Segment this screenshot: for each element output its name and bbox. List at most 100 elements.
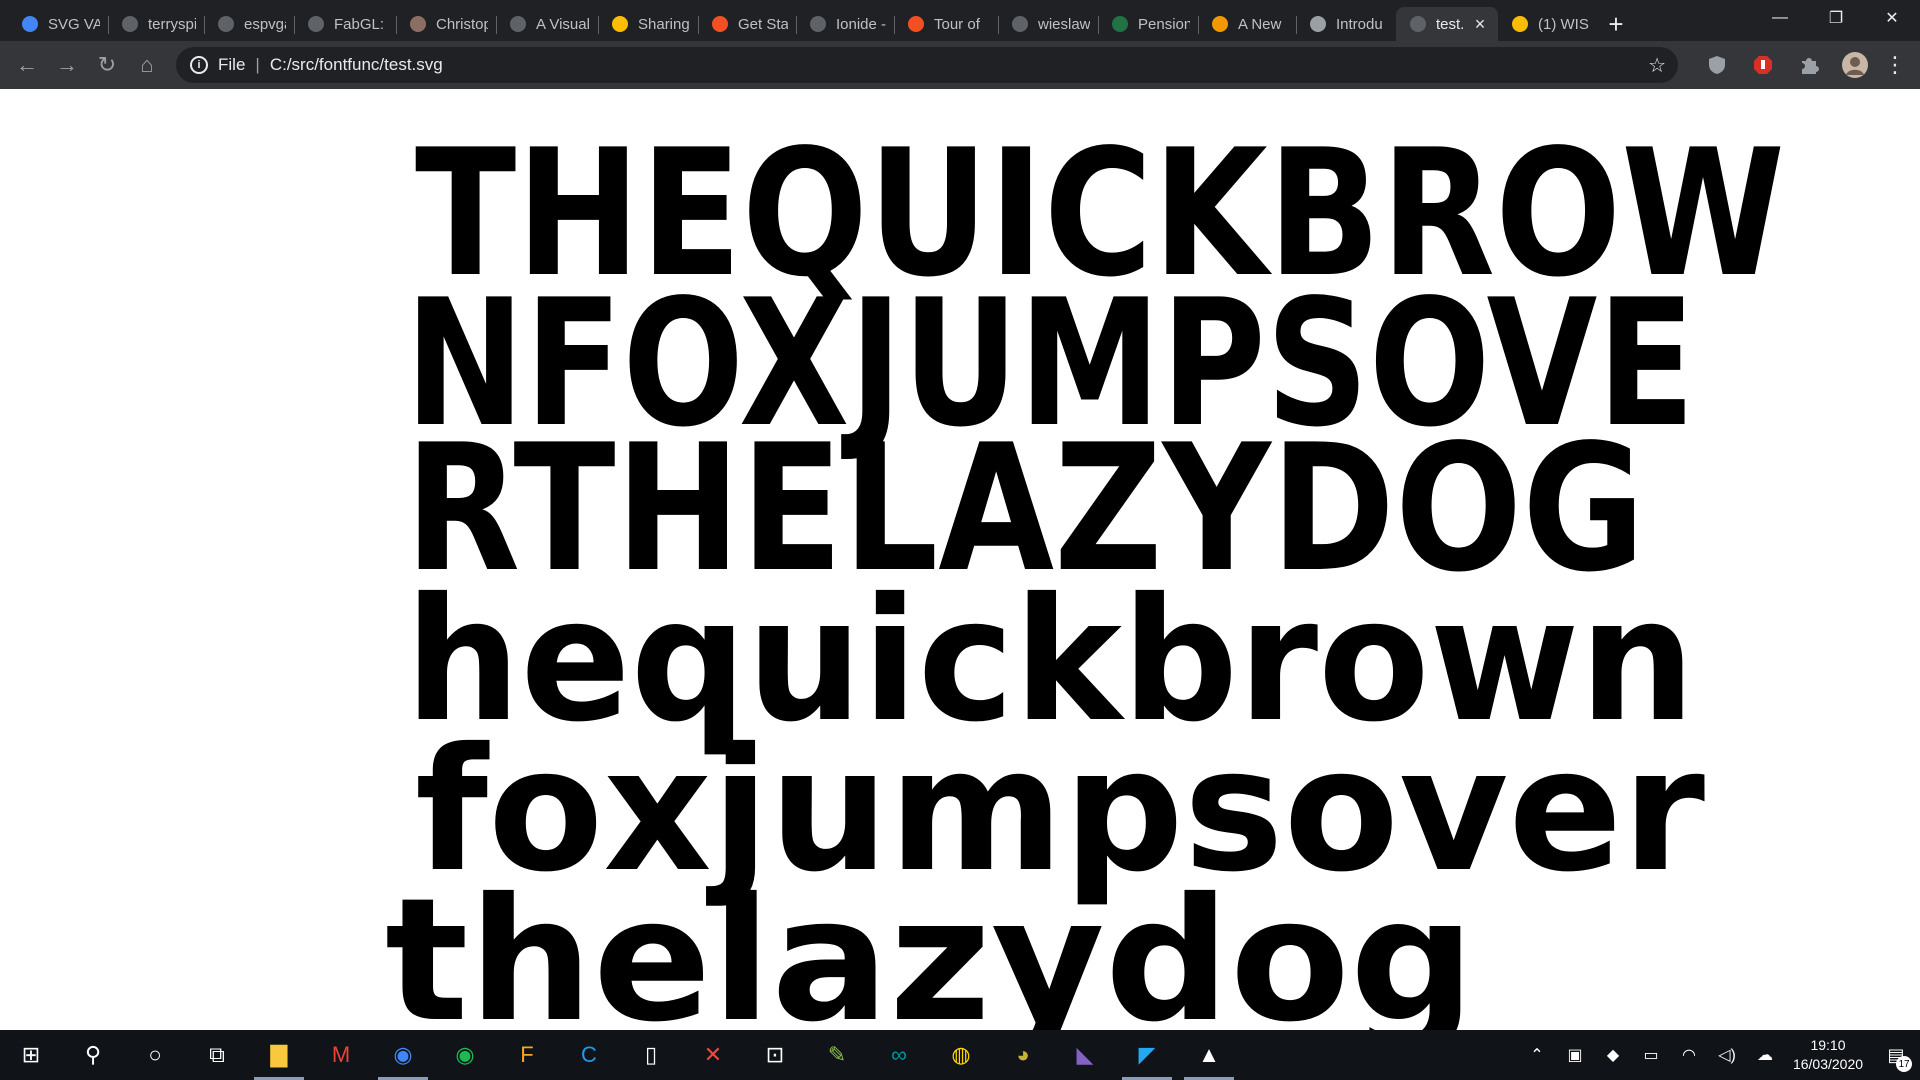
fontforge-icon[interactable]: F <box>496 1030 558 1080</box>
notification-count-badge: 17 <box>1896 1056 1912 1072</box>
extensions-area <box>1700 48 1872 82</box>
tab-title: espvgax <box>244 15 286 33</box>
restore-button[interactable]: ❐ <box>1808 0 1864 36</box>
clock-date: 16/03/2020 <box>1792 1056 1864 1072</box>
tab-6[interactable]: Sharing <box>598 7 698 41</box>
gmail-icon[interactable]: M <box>310 1030 372 1080</box>
github-icon <box>1012 16 1028 32</box>
shield-extension-icon[interactable] <box>1700 48 1734 82</box>
action-center-button[interactable]: ▤ 17 <box>1872 1030 1920 1080</box>
tab-15[interactable]: (1) WISI <box>1498 7 1598 41</box>
svg-viewer-page: THEQUICKBROW NFOXJUMPSOVE RTHELAZYDOG hequi… <box>0 89 1920 1030</box>
tray-chevron-icon[interactable]: ⌃ <box>1518 1045 1556 1065</box>
notepad-plus-icon[interactable]: ✎ <box>806 1030 868 1080</box>
spotify-icon[interactable]: ◉ <box>434 1030 496 1080</box>
search-icon[interactable]: ⚲ <box>62 1030 124 1080</box>
back-arrow-icon: ← <box>16 52 38 77</box>
excel-icon <box>1112 16 1128 32</box>
tool-x-icon[interactable]: ✕ <box>682 1030 744 1080</box>
windows-start-icon[interactable]: ⊞ <box>0 1030 62 1080</box>
idea-icon[interactable]: ◍ <box>930 1030 992 1080</box>
document-icon[interactable]: ▯ <box>620 1030 682 1080</box>
home-icon: ⌂ <box>140 52 154 77</box>
tab-7[interactable]: Get Star <box>698 7 796 41</box>
home-button[interactable]: ⌂ <box>130 48 164 82</box>
globe-icon <box>810 16 826 32</box>
tab-14[interactable]: test. × <box>1396 7 1498 41</box>
address-bar[interactable]: i File | C:/src/fontfunc/test.svg ☆ <box>176 47 1678 83</box>
tab-12[interactable]: A New <box>1198 7 1296 41</box>
tab-list: SVG VAL terryspi espvgax FabGL: Christop A V… <box>0 0 1634 41</box>
globe-app-icon[interactable]: ◕ <box>992 1030 1054 1080</box>
browser-toolbar: ← → ↻ ⌂ i File | C:/src/fontfunc/test.sv… <box>0 41 1920 89</box>
volume-icon[interactable]: ◁) <box>1708 1045 1746 1065</box>
wifi-icon[interactable]: ◠ <box>1670 1045 1708 1065</box>
github-icon <box>122 16 138 32</box>
tab-title: terryspi <box>148 15 196 33</box>
back-button[interactable]: ← <box>10 48 44 82</box>
svg-site-icon <box>22 16 38 32</box>
address-scheme: File <box>218 55 246 74</box>
bookmark-star-icon[interactable]: ☆ <box>1648 53 1666 78</box>
microsoft-icon <box>712 16 728 32</box>
tab-2[interactable]: espvgax <box>204 7 294 41</box>
tab-10[interactable]: wieslaw <box>998 7 1098 41</box>
pinwheel-icon <box>612 16 628 32</box>
arduino-icon[interactable]: ∞ <box>868 1030 930 1080</box>
chrome-icon[interactable]: ◉ <box>372 1030 434 1080</box>
tab-0[interactable]: SVG VAL <box>8 7 108 41</box>
tab-title: Tour of <box>934 15 980 33</box>
tab-4[interactable]: Christop <box>396 7 496 41</box>
window-controls: — ❐ ✕ <box>1752 0 1920 36</box>
dropbox-icon[interactable]: ◆ <box>1594 1045 1632 1065</box>
terminal-icon[interactable]: ⊡ <box>744 1030 806 1080</box>
file-explorer-icon[interactable]: ▇ <box>248 1030 310 1080</box>
close-window-button[interactable]: ✕ <box>1864 0 1920 36</box>
tab-9[interactable]: Tour of <box>894 7 998 41</box>
code-app-icon[interactable]: C <box>558 1030 620 1080</box>
forward-button[interactable]: → <box>50 48 84 82</box>
system-clock[interactable]: 19:10 16/03/2020 <box>1784 1036 1872 1074</box>
tab-11[interactable]: Pension <box>1098 7 1198 41</box>
onedrive-icon[interactable]: ☁ <box>1746 1045 1784 1065</box>
address-url[interactable]: C:/src/fontfunc/test.svg <box>270 55 443 75</box>
task-view-icon[interactable]: ⧉ <box>186 1030 248 1080</box>
tab-8[interactable]: Ionide - <box>796 7 894 41</box>
tab-3[interactable]: FabGL: <box>294 7 396 41</box>
visual-studio-icon[interactable]: ◣ <box>1054 1030 1116 1080</box>
tab-title: (1) WISI <box>1538 15 1590 33</box>
battery-icon[interactable]: ▭ <box>1632 1045 1670 1065</box>
photos-icon[interactable]: ▲ <box>1178 1030 1240 1080</box>
vscode-icon[interactable]: ◤ <box>1116 1030 1178 1080</box>
tab-1[interactable]: terryspi <box>108 7 204 41</box>
system-tray: ⌃ ▣ ◆ ▭ ◠ ◁) ☁ 19:10 16/03/2020 ▤ 17 <box>1518 1030 1920 1080</box>
tab-13[interactable]: Introdu <box>1296 7 1396 41</box>
rendered-svg-document: THEQUICKBROWNFOXJUMPSOVERTHELAZYDOGhequi… <box>385 113 1785 1030</box>
stop-hand-extension-icon[interactable] <box>1746 48 1780 82</box>
tab-close-icon[interactable]: × <box>1470 14 1490 35</box>
g-icon <box>1512 16 1528 32</box>
taskbar-apps: ⊞ ⚲ ○ ⧉ ▇ M ◉ ◉ F C ▯ ✕ ⊡ ✎ ∞ ◍ ◕ ◣ ◤ ▲ <box>0 1030 1240 1080</box>
browser-menu-button[interactable]: ⋮ <box>1878 48 1912 82</box>
profile-avatar[interactable] <box>1838 48 1872 82</box>
sun-icon <box>1212 16 1228 32</box>
cortana-icon[interactable]: ○ <box>124 1030 186 1080</box>
tab-title: FabGL: <box>334 15 385 33</box>
tab-title: Introdu <box>1336 15 1383 33</box>
tab-5[interactable]: A Visual <box>496 7 598 41</box>
site-info-icon[interactable]: i <box>190 56 208 74</box>
new-tab-button[interactable]: + <box>1598 7 1634 41</box>
clock-time: 19:10 <box>1810 1037 1846 1053</box>
tab-title: wieslaw <box>1038 15 1090 33</box>
forward-arrow-icon: → <box>56 52 78 77</box>
globe-icon <box>1410 16 1426 32</box>
tray-app-icon[interactable]: ▣ <box>1556 1045 1594 1065</box>
tab-title: Christop <box>436 15 488 33</box>
reload-icon: ↻ <box>97 52 117 77</box>
picture-icon <box>410 16 426 32</box>
puzzle-extension-icon[interactable] <box>1792 48 1826 82</box>
mortarboard-icon <box>1310 16 1326 32</box>
reload-button[interactable]: ↻ <box>90 48 124 82</box>
minimize-button[interactable]: — <box>1752 0 1808 36</box>
tab-title: Sharing <box>638 15 690 33</box>
